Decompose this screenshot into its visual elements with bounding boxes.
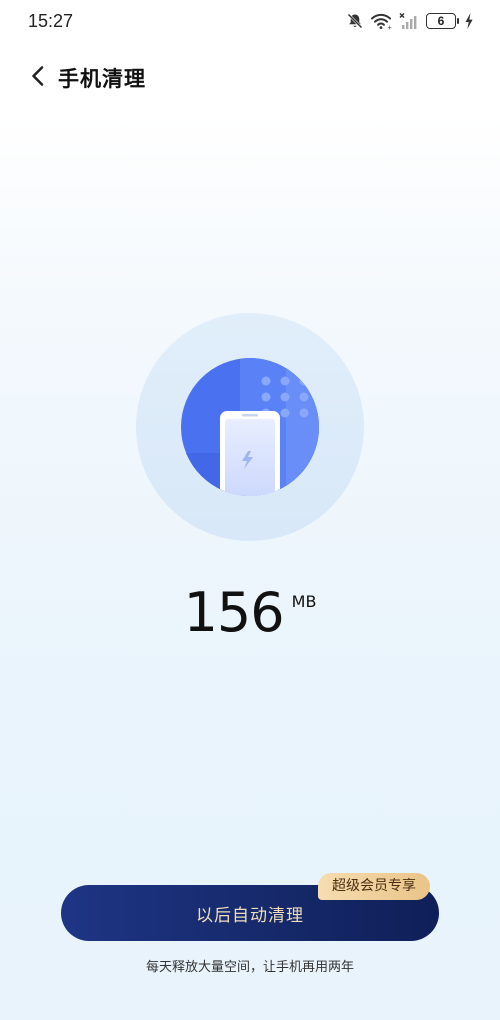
page-title: 手机清理 — [58, 67, 146, 91]
signal-off-icon — [398, 12, 420, 30]
tagline: 每天释放大量空间，让手机再用两年 — [145, 960, 354, 975]
back-button[interactable] — [24, 58, 52, 98]
phone-clean-illustration — [136, 313, 364, 541]
wifi-icon: + — [370, 12, 392, 30]
status-icons: + 6 — [346, 12, 474, 30]
charging-icon — [464, 12, 474, 30]
battery-icon: 6 — [426, 13, 459, 29]
storage-size-value: 156 — [183, 581, 285, 644]
vip-badge: 超级会员专享 — [318, 873, 430, 900]
svg-text:+: + — [387, 25, 392, 31]
page-header: 手机清理 — [0, 48, 500, 108]
bell-muted-icon — [346, 12, 364, 30]
chevron-left-icon — [30, 65, 46, 91]
status-bar: 15:27 + 6 — [0, 0, 500, 42]
status-time: 15:27 — [28, 10, 74, 31]
storage-size: 156 MB — [0, 578, 500, 648]
storage-size-unit: MB — [291, 592, 317, 611]
